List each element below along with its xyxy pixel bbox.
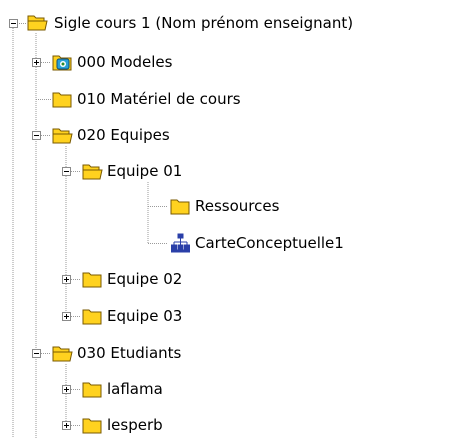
folder-tree: Sigle cours 1 (Nom prénom enseignant) 00… bbox=[0, 0, 461, 438]
folder-icon bbox=[82, 309, 102, 325]
expand-toggle[interactable] bbox=[62, 312, 71, 321]
folder-icon bbox=[52, 92, 72, 108]
tree-node-label[interactable]: Sigle cours 1 (Nom prénom enseignant) bbox=[53, 13, 354, 33]
tree-node-label[interactable]: laflama bbox=[106, 379, 164, 399]
folder-icon bbox=[170, 199, 190, 215]
tree-node-label[interactable]: lesperb bbox=[106, 415, 164, 435]
tree-node-label[interactable]: Ressources bbox=[194, 196, 280, 216]
tree-node-label[interactable]: 020 Equipes bbox=[76, 125, 171, 145]
collapse-toggle[interactable] bbox=[9, 19, 18, 28]
collapse-toggle[interactable] bbox=[62, 167, 71, 176]
folder-open-icon bbox=[52, 346, 73, 362]
template-folder-icon bbox=[52, 55, 72, 71]
folder-icon bbox=[82, 418, 102, 434]
tree-node-label[interactable]: Equipe 02 bbox=[106, 269, 183, 289]
tree-node-label[interactable]: 010 Matériel de cours bbox=[76, 89, 242, 109]
tree-node-label[interactable]: 030 Etudiants bbox=[76, 343, 182, 363]
tree-node-label[interactable]: CarteConceptuelle1 bbox=[194, 233, 345, 253]
tree-node-label[interactable]: Equipe 01 bbox=[106, 161, 183, 181]
tree-node-label[interactable]: Equipe 03 bbox=[106, 306, 183, 326]
folder-icon bbox=[82, 382, 102, 398]
expand-toggle[interactable] bbox=[62, 275, 71, 284]
expand-toggle[interactable] bbox=[62, 421, 71, 430]
folder-icon bbox=[82, 272, 102, 288]
collapse-toggle[interactable] bbox=[32, 131, 41, 140]
folder-open-icon bbox=[82, 164, 103, 180]
tree-node-label[interactable]: 000 Modeles bbox=[76, 52, 173, 72]
concept-map-icon bbox=[171, 233, 190, 253]
expand-toggle[interactable] bbox=[62, 385, 71, 394]
expand-toggle[interactable] bbox=[32, 58, 41, 67]
folder-open-icon bbox=[52, 128, 73, 144]
folder-open-icon bbox=[27, 15, 48, 31]
collapse-toggle[interactable] bbox=[32, 349, 41, 358]
